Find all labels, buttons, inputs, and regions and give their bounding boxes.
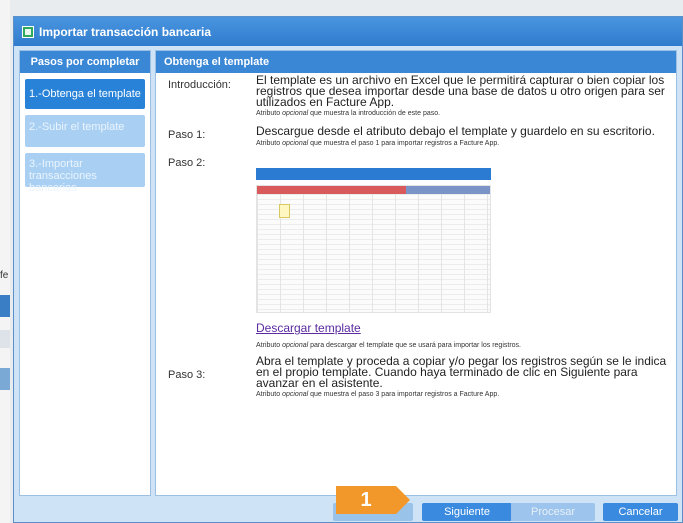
step-content-panel: Obtenga el template Introducción: El tem… — [155, 50, 677, 496]
steps-panel-header: Pasos por completar — [20, 51, 150, 73]
step-obtain-template[interactable]: 1.-Obtenga el template — [25, 79, 145, 109]
paso1-label: Paso 1: — [168, 129, 206, 141]
step-import-transactions[interactable]: 3.-Importar transacciones bancarias — [25, 153, 145, 194]
dialog-titlebar[interactable]: Importar transacción bancaria — [14, 17, 682, 46]
content-header: Obtenga el template — [156, 51, 676, 73]
import-dialog: Importar transacción bancaria Pasos por … — [13, 16, 683, 523]
spreadsheet-grid — [257, 194, 490, 312]
paso3-label: Paso 3: — [168, 369, 206, 381]
background-label: fe — [0, 270, 9, 281]
intro-text: El template es un archivo en Excel que l… — [256, 75, 665, 108]
annotation-badge: 1 — [336, 486, 396, 514]
annotation-arrow-icon — [396, 486, 410, 514]
template-preview-image — [256, 185, 491, 313]
spreadsheet-app-icon — [22, 25, 34, 38]
dialog-title: Importar transacción bancaria — [39, 24, 212, 39]
spreadsheet-note — [279, 204, 290, 218]
intro-label: Introducción: — [168, 79, 231, 91]
paso2-label: Paso 2: — [168, 157, 206, 169]
intro-hint: Atributo opcional que muestra la introdu… — [256, 110, 441, 117]
paso3-text: Abra el template y proceda a copiar y/o … — [256, 356, 667, 389]
next-button[interactable]: Siguiente — [422, 503, 512, 521]
steps-panel: Pasos por completar 1.-Obtenga el templa… — [19, 50, 151, 496]
paso2-hint: Atributo opcional para descargar el temp… — [256, 342, 521, 349]
download-template-link[interactable]: Descargar template — [256, 321, 361, 335]
paso3-hint: Atributo opcional que muestra el paso 3 … — [256, 391, 500, 398]
dialog-footer: Siguiente Procesar Cancelar — [155, 499, 678, 523]
process-button[interactable]: Procesar — [511, 503, 595, 521]
background-app-strip — [0, 0, 10, 523]
background-highlight — [0, 295, 10, 317]
cancel-button[interactable]: Cancelar — [603, 503, 678, 521]
background-highlight-2 — [0, 368, 10, 390]
paso1-text: Descargue desde el atributo debajo el te… — [256, 124, 655, 138]
background-row — [0, 330, 10, 348]
paso1-hint: Atributo opcional que muestra el paso 1 … — [256, 140, 500, 147]
step-upload-template[interactable]: 2.-Subir el template — [25, 115, 145, 147]
spreadsheet-header — [257, 186, 490, 194]
template-preview-bar — [256, 168, 491, 180]
